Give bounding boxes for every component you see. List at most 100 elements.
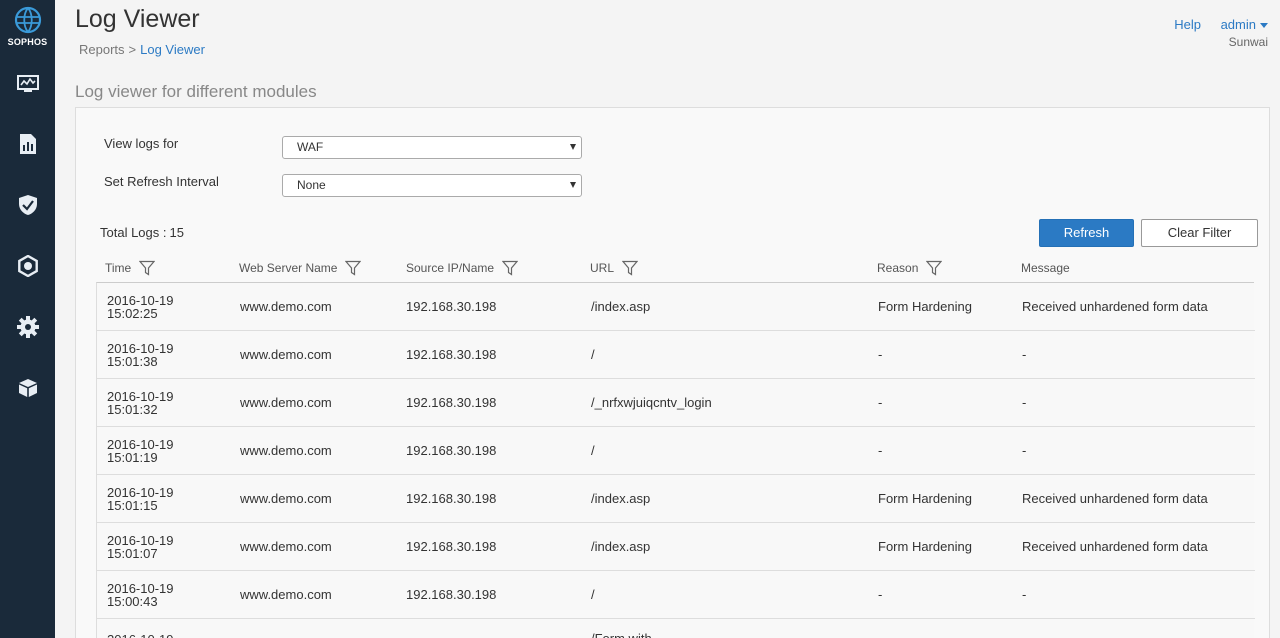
cell-date: 2016-10-19 — [107, 633, 174, 638]
dropdown-arrow-icon — [570, 144, 576, 150]
cell-url: / — [591, 347, 595, 362]
table-row[interactable]: 2016-10-19 15:02:25 www.demo.com 192.168.… — [97, 283, 1255, 331]
cell-clock: 15:01:32 — [107, 401, 158, 417]
cell-url: /_nrfxwjuiqcntv_login — [591, 395, 712, 410]
column-label: Source IP/Name — [406, 261, 495, 275]
user-menu-area: Help admin — [1174, 17, 1268, 32]
log-table: 2016-10-19 15:02:25 www.demo.com 192.168.… — [96, 282, 1255, 638]
sidebar: SOPHOS — [0, 0, 55, 638]
monitor-icon — [16, 75, 39, 92]
cell-message: Received unhardened form data — [1022, 491, 1208, 506]
cell-date: 2016-10-19 — [107, 532, 174, 548]
total-logs-count: 15 — [169, 225, 184, 240]
cell-message: - — [1022, 395, 1027, 410]
cell-url: /Form with — [591, 619, 652, 638]
total-logs-label: Total Logs : — [100, 225, 167, 240]
gear-icon — [16, 316, 39, 338]
table-row[interactable]: 2016-10-19 15:01:19 www.demo.com 192.168.… — [97, 427, 1255, 475]
section-heading: Log viewer for different modules — [75, 82, 317, 101]
breadcrumb-reports[interactable]: Reports — [79, 42, 125, 57]
org-name: Sunwai — [1228, 35, 1268, 49]
table-row[interactable]: 2016-10-19 /Form with — [97, 619, 1255, 638]
table-row[interactable]: 2016-10-19 15:00:43 www.demo.com 192.168.… — [97, 571, 1255, 619]
cell-clock: 15:00:43 — [107, 593, 158, 609]
table-row[interactable]: 2016-10-19 15:01:15 www.demo.com 192.168.… — [97, 475, 1255, 523]
total-logs: Total Logs :15 — [100, 225, 184, 240]
refresh-interval-select[interactable]: None — [282, 174, 582, 197]
table-row[interactable]: 2016-10-19 15:01:32 www.demo.com 192.168.… — [97, 379, 1255, 427]
sidebar-item-protection[interactable] — [0, 187, 55, 223]
column-label: Web Server Name — [239, 261, 338, 275]
table-row[interactable]: 2016-10-19 15:01:07 www.demo.com 192.168.… — [97, 523, 1255, 571]
cell-date: 2016-10-19 — [107, 388, 174, 404]
cell-ip: 192.168.30.198 — [406, 347, 497, 362]
cell-clock: 15:01:15 — [107, 497, 158, 513]
globe-icon — [14, 6, 41, 34]
column-label: Message — [1021, 261, 1070, 275]
cell-server: www.demo.com — [240, 587, 332, 602]
table-row[interactable]: 2016-10-19 15:01:38 www.demo.com 192.168.… — [97, 331, 1255, 379]
sophos-logo[interactable]: SOPHOS — [0, 6, 55, 52]
cell-time: 2016-10-19 15:01:15 — [107, 475, 174, 522]
cell-time: 2016-10-19 15:01:19 — [107, 427, 174, 474]
cell-date: 2016-10-19 — [107, 292, 174, 308]
cell-server: www.demo.com — [240, 347, 332, 362]
help-link[interactable]: Help — [1174, 17, 1201, 32]
filter-icon[interactable] — [139, 260, 156, 276]
filter-icon[interactable] — [622, 260, 639, 276]
column-header-url[interactable]: URL — [590, 259, 639, 277]
cell-server: www.demo.com — [240, 443, 332, 458]
cell-clock: 15:02:25 — [107, 305, 158, 321]
column-label: URL — [590, 261, 615, 275]
chevron-down-icon — [1260, 23, 1268, 29]
cell-date: 2016-10-19 — [107, 436, 174, 452]
view-logs-select[interactable]: WAF — [282, 136, 582, 159]
column-header-time[interactable]: Time — [105, 259, 156, 277]
cell-time: 2016-10-19 15:00:43 — [107, 571, 174, 618]
cell-message: - — [1022, 587, 1027, 602]
cell-reason: - — [878, 347, 883, 362]
admin-label: admin — [1220, 17, 1256, 32]
breadcrumb-log-viewer[interactable]: Log Viewer — [140, 42, 205, 57]
cell-time: 2016-10-19 — [107, 619, 174, 638]
refresh-button[interactable]: Refresh — [1039, 219, 1134, 247]
page-title: Log Viewer — [75, 5, 200, 33]
cell-time: 2016-10-19 15:02:25 — [107, 283, 174, 330]
cell-url: / — [591, 443, 595, 458]
cell-ip: 192.168.30.198 — [406, 491, 497, 506]
sidebar-item-reports[interactable] — [0, 126, 55, 162]
cell-ip: 192.168.30.198 — [406, 395, 497, 410]
filter-icon[interactable] — [345, 260, 362, 276]
cell-time: 2016-10-19 15:01:38 — [107, 331, 174, 378]
cell-url: / — [591, 587, 595, 602]
cell-clock: 15:01:07 — [107, 545, 158, 561]
column-header-reason[interactable]: Reason — [877, 259, 943, 277]
shield-icon — [18, 195, 37, 215]
clear-filter-button[interactable]: Clear Filter — [1141, 219, 1258, 247]
cell-message: Received unhardened form data — [1022, 539, 1208, 554]
box-icon — [18, 379, 37, 397]
view-logs-label: View logs for — [104, 136, 179, 151]
cell-clock: 15:01:19 — [107, 449, 158, 465]
filter-icon[interactable] — [926, 260, 943, 276]
sidebar-item-configure[interactable] — [0, 309, 55, 345]
sidebar-item-system[interactable] — [0, 248, 55, 284]
view-logs-value: WAF — [297, 140, 324, 154]
column-label: Time — [105, 261, 132, 275]
admin-menu[interactable]: admin — [1221, 17, 1268, 32]
cell-ip: 192.168.30.198 — [406, 443, 497, 458]
sidebar-item-monitor[interactable] — [0, 66, 55, 102]
column-header-source-ip[interactable]: Source IP/Name — [406, 259, 519, 277]
sidebar-item-packages[interactable] — [0, 370, 55, 406]
column-header-web-server[interactable]: Web Server Name — [239, 259, 362, 277]
cell-message: - — [1022, 443, 1027, 458]
cell-time: 2016-10-19 15:01:32 — [107, 379, 174, 426]
filter-icon[interactable] — [502, 260, 519, 276]
cell-server: www.demo.com — [240, 539, 332, 554]
refresh-interval-label: Set Refresh Interval — [104, 174, 219, 189]
cell-ip: 192.168.30.198 — [406, 587, 497, 602]
cell-date: 2016-10-19 — [107, 484, 174, 500]
cell-url: /index.asp — [591, 539, 651, 554]
breadcrumb: Reports > Log Viewer — [79, 42, 205, 57]
cell-message: Received unhardened form data — [1022, 299, 1208, 314]
